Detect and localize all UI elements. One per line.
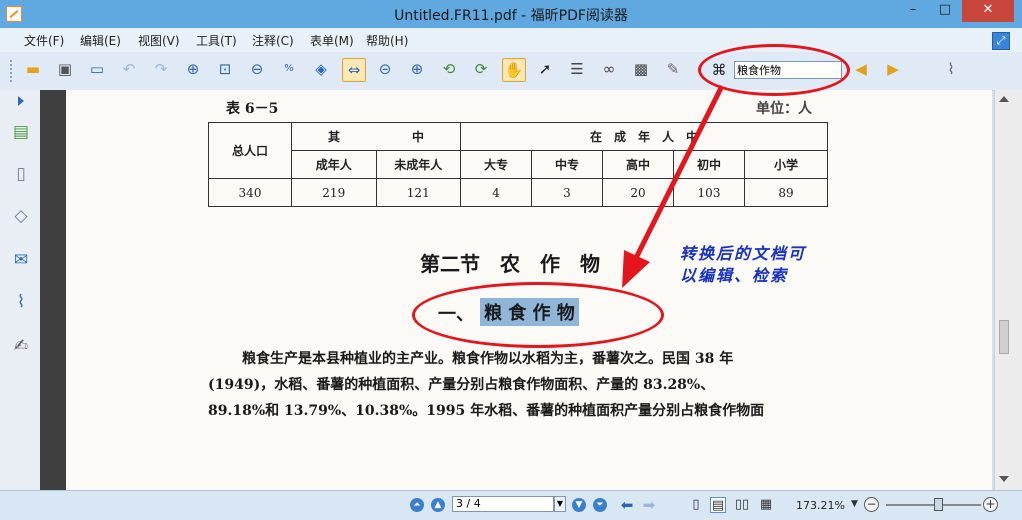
next-page-icon[interactable]: ▼	[572, 498, 586, 512]
fit-width-icon[interactable]: ⇔	[342, 58, 366, 82]
paragraph-line: 89.18%和 13.79%、10.38%。1995 年水稻、番薯的种植面积产量…	[208, 403, 765, 419]
single-page-view-icon[interactable]: ▯	[688, 497, 704, 513]
table-cell: 340	[208, 178, 292, 207]
unit-label: 单位：人	[756, 101, 812, 117]
last-page-icon[interactable]: ⏷	[593, 498, 607, 512]
open-folder-icon[interactable]: ▬	[22, 58, 46, 82]
close-button[interactable]: ✕	[962, 0, 1014, 22]
pages-icon[interactable]: ▯	[10, 162, 32, 186]
save-icon[interactable]: ▣	[54, 58, 78, 82]
bookmarks-icon[interactable]: ▤	[10, 120, 32, 144]
previous-page-icon[interactable]: ▲	[431, 498, 445, 512]
page-number-input[interactable]: 3 / 4	[452, 496, 554, 512]
snapshot-icon[interactable]: ▩	[630, 58, 654, 82]
text-select-icon[interactable]: ☰	[566, 58, 590, 82]
menu-file[interactable]: 文件(F)	[24, 32, 64, 49]
continuous-facing-view-icon[interactable]: ▦	[758, 497, 774, 513]
menu-form[interactable]: 表单(M)	[310, 32, 354, 49]
table-cell: 4	[460, 178, 532, 207]
vertical-scrollbar[interactable]	[994, 90, 1022, 490]
select-arrow-icon[interactable]: ➚	[534, 58, 558, 82]
table-header-cell: 中	[376, 122, 461, 151]
zoom-out-button[interactable]: −	[864, 497, 879, 512]
annotation-arrow	[622, 84, 725, 288]
scroll-thumb[interactable]	[999, 320, 1009, 354]
scroll-up-icon[interactable]	[999, 96, 1009, 102]
window-title: Untitled.FR11.pdf - 福昕PDF阅读器	[394, 8, 628, 24]
restore-view-icon[interactable]: ⤢	[992, 32, 1010, 50]
find-next-icon[interactable]: ▶	[882, 58, 906, 82]
continuous-view-icon[interactable]: ▤	[710, 497, 726, 513]
paragraph-line: (1949)，水稻、番薯的种植面积、产量分别占粮食作物面积、产量的 83.28%…	[208, 377, 715, 393]
find-previous-icon[interactable]: ◀	[850, 58, 874, 82]
main-toolbar: ▬ ▣ ▭ ↶ ↷ ⊕ ⊡ ⊖ % ◈ ⇔ ⊝ ⊕ ⟲ ⟳ ✋ ➚ ☰ ∞ ▩ …	[0, 52, 1022, 91]
page-gutter	[40, 90, 66, 490]
layers-icon[interactable]: ◇	[10, 204, 32, 228]
fit-page-icon[interactable]: ◈	[310, 58, 334, 82]
status-bar: ⏶ ▲ 3 / 4 ▼ ▼ ⏷ ⬅ ➡ ▯ ▤ ▯▯ ▦ 173.21% ▼ −…	[0, 490, 1022, 520]
zoom-plus-icon[interactable]: ⊕	[406, 58, 430, 82]
section-title: 第二节 农 作 物	[420, 252, 600, 276]
paragraph-line: 粮食生产是本县种植业的主产业。粮食作物以水稻为主，番薯次之。民国 38 年	[242, 351, 734, 367]
zoom-dropdown-icon[interactable]: ▼	[851, 499, 858, 509]
table-header-cell: 未成年人	[375, 150, 461, 179]
table-cell: 89	[744, 178, 828, 207]
menu-comment[interactable]: 注释(C)	[252, 32, 294, 49]
minimize-button[interactable]: –	[898, 0, 928, 22]
expand-panel-icon[interactable]	[18, 96, 24, 106]
table-header-cell: 成年人	[291, 150, 377, 179]
zoom-in-icon[interactable]: ⊕	[182, 58, 206, 82]
page-dropdown-icon[interactable]: ▼	[554, 496, 566, 512]
scroll-down-icon[interactable]	[999, 476, 1009, 482]
go-back-icon[interactable]: ⬅	[618, 497, 636, 513]
attachments-icon[interactable]: ⌇	[10, 290, 32, 314]
zoom-level[interactable]: 173.21%	[796, 499, 845, 512]
table-header-cell: 其	[291, 122, 376, 151]
rotate-left-icon[interactable]: ⟲	[438, 58, 462, 82]
table-cell: 121	[375, 178, 461, 207]
go-forward-icon[interactable]: ➡	[640, 497, 658, 513]
monitor-icon[interactable]: ▭	[86, 58, 110, 82]
undo-icon[interactable]: ↶	[118, 58, 142, 82]
actual-size-icon[interactable]: %	[278, 58, 302, 82]
signature-icon[interactable]: ✍	[10, 334, 32, 358]
loupe-icon[interactable]: ∞	[598, 58, 622, 82]
zoom-in-button[interactable]: +	[983, 497, 998, 512]
zoom-slider-handle[interactable]	[934, 498, 943, 511]
zoom-out-icon[interactable]: ⊖	[246, 58, 270, 82]
zoom-minus-icon[interactable]: ⊝	[374, 58, 398, 82]
first-page-icon[interactable]: ⏶	[410, 498, 424, 512]
table-header-cell: 中专	[531, 150, 603, 179]
table-header-cell: 大专	[460, 150, 532, 179]
table-header-cell: 小学	[744, 150, 828, 179]
typewriter-icon[interactable]: ✎	[662, 58, 686, 82]
maximize-button[interactable]: □	[930, 0, 960, 22]
rotate-right-icon[interactable]: ⟳	[470, 58, 494, 82]
menu-edit[interactable]: 编辑(E)	[80, 32, 121, 49]
menu-help[interactable]: 帮助(H)	[366, 32, 408, 49]
marquee-zoom-icon[interactable]: ⊡	[214, 58, 238, 82]
toolbar-grip	[10, 60, 16, 82]
hand-tool-icon[interactable]: ✋	[502, 58, 526, 82]
menu-view[interactable]: 视图(V)	[138, 32, 180, 49]
facing-view-icon[interactable]: ▯▯	[734, 497, 750, 513]
table-label: 表 6－5	[226, 101, 279, 117]
menu-bar: 文件(F) 编辑(E) 视图(V) 工具(T) 注释(C) 表单(M) 帮助(H…	[0, 28, 1022, 53]
table-cell: 219	[291, 178, 377, 207]
redo-icon[interactable]: ↷	[150, 58, 174, 82]
table-header-cell: 总人口	[208, 122, 292, 179]
attachment-clip-icon[interactable]: ⌇	[940, 58, 964, 82]
menu-tools[interactable]: 工具(T)	[196, 32, 237, 49]
comments-icon[interactable]: ✉	[10, 248, 32, 272]
title-bar: Untitled.FR11.pdf - 福昕PDF阅读器 – □ ✕	[0, 0, 1022, 28]
navigation-sidebar: ▤ ▯ ◇ ✉ ⌇ ✍	[0, 90, 41, 490]
table-cell: 3	[531, 178, 603, 207]
